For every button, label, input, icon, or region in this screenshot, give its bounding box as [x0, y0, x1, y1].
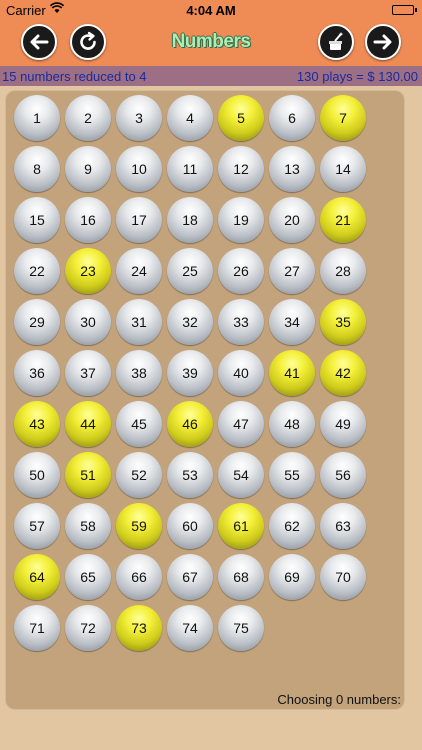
number-ball-28[interactable]: 28 [320, 248, 366, 294]
number-ball-58[interactable]: 58 [65, 503, 111, 549]
number-ball-64[interactable]: 64 [14, 554, 60, 600]
plays-cost: 130 plays = $ 130.00 [296, 69, 418, 84]
number-ball-56[interactable]: 56 [320, 452, 366, 498]
number-ball-73[interactable]: 73 [116, 605, 162, 651]
number-ball-49[interactable]: 49 [320, 401, 366, 447]
number-ball-31[interactable]: 31 [116, 299, 162, 345]
magic-wand-button[interactable] [318, 24, 354, 60]
number-ball-15[interactable]: 15 [14, 197, 60, 243]
number-ball-36[interactable]: 36 [14, 350, 60, 396]
number-ball-72[interactable]: 72 [65, 605, 111, 651]
number-ball-32[interactable]: 32 [167, 299, 213, 345]
number-ball-13[interactable]: 13 [269, 146, 315, 192]
number-ball-41[interactable]: 41 [269, 350, 315, 396]
number-ball-44[interactable]: 44 [65, 401, 111, 447]
number-ball-18[interactable]: 18 [167, 197, 213, 243]
number-ball-59[interactable]: 59 [116, 503, 162, 549]
number-panel: 1 2 3 4 5 6 7 8 9 10 11 12 13 14 15 16 17 18 19 20 21 22 23 24 2… [5, 90, 405, 710]
info-bar: 15 numbers reduced to 4 130 plays = $ 13… [0, 66, 422, 86]
number-ball-38[interactable]: 38 [116, 350, 162, 396]
number-ball-14[interactable]: 14 [320, 146, 366, 192]
number-ball-62[interactable]: 62 [269, 503, 315, 549]
number-ball-40[interactable]: 40 [218, 350, 264, 396]
number-ball-63[interactable]: 63 [320, 503, 366, 549]
number-ball-5[interactable]: 5 [218, 95, 264, 141]
number-ball-61[interactable]: 61 [218, 503, 264, 549]
number-ball-29[interactable]: 29 [14, 299, 60, 345]
number-ball-53[interactable]: 53 [167, 452, 213, 498]
number-ball-21[interactable]: 21 [320, 197, 366, 243]
battery-icon [392, 5, 417, 15]
choosing-status: Choosing 0 numbers: [277, 692, 401, 707]
number-ball-27[interactable]: 27 [269, 248, 315, 294]
number-ball-17[interactable]: 17 [116, 197, 162, 243]
number-ball-50[interactable]: 50 [14, 452, 60, 498]
page-title: Numbers [171, 31, 251, 52]
number-ball-19[interactable]: 19 [218, 197, 264, 243]
number-ball-33[interactable]: 33 [218, 299, 264, 345]
number-ball-67[interactable]: 67 [167, 554, 213, 600]
number-ball-6[interactable]: 6 [269, 95, 315, 141]
magic-wand-icon [329, 32, 344, 50]
number-ball-7[interactable]: 7 [320, 95, 366, 141]
number-ball-66[interactable]: 66 [116, 554, 162, 600]
reduction-summary: 15 numbers reduced to 4 [2, 69, 147, 84]
number-ball-74[interactable]: 74 [167, 605, 213, 651]
number-ball-43[interactable]: 43 [14, 401, 60, 447]
status-bar: Carrier 4:04 AM [0, 0, 422, 20]
number-ball-30[interactable]: 30 [65, 299, 111, 345]
number-ball-4[interactable]: 4 [167, 95, 213, 141]
number-ball-34[interactable]: 34 [269, 299, 315, 345]
number-ball-69[interactable]: 69 [269, 554, 315, 600]
number-ball-1[interactable]: 1 [14, 95, 60, 141]
number-ball-51[interactable]: 51 [65, 452, 111, 498]
status-time: 4:04 AM [186, 3, 236, 18]
number-ball-57[interactable]: 57 [14, 503, 60, 549]
number-ball-35[interactable]: 35 [320, 299, 366, 345]
number-ball-65[interactable]: 65 [65, 554, 111, 600]
number-ball-71[interactable]: 71 [14, 605, 60, 651]
number-ball-47[interactable]: 47 [218, 401, 264, 447]
number-ball-25[interactable]: 25 [167, 248, 213, 294]
nav-bar: Numbers [0, 20, 422, 66]
number-ball-75[interactable]: 75 [218, 605, 264, 651]
number-ball-24[interactable]: 24 [116, 248, 162, 294]
forward-button[interactable] [365, 24, 401, 60]
number-ball-11[interactable]: 11 [167, 146, 213, 192]
number-ball-22[interactable]: 22 [14, 248, 60, 294]
number-ball-2[interactable]: 2 [65, 95, 111, 141]
number-ball-39[interactable]: 39 [167, 350, 213, 396]
number-ball-12[interactable]: 12 [218, 146, 264, 192]
number-ball-10[interactable]: 10 [116, 146, 162, 192]
number-ball-37[interactable]: 37 [65, 350, 111, 396]
number-ball-46[interactable]: 46 [167, 401, 213, 447]
number-ball-55[interactable]: 55 [269, 452, 315, 498]
number-ball-68[interactable]: 68 [218, 554, 264, 600]
number-ball-20[interactable]: 20 [269, 197, 315, 243]
number-ball-8[interactable]: 8 [14, 146, 60, 192]
number-ball-3[interactable]: 3 [116, 95, 162, 141]
number-ball-42[interactable]: 42 [320, 350, 366, 396]
number-ball-45[interactable]: 45 [116, 401, 162, 447]
number-ball-52[interactable]: 52 [116, 452, 162, 498]
number-ball-9[interactable]: 9 [65, 146, 111, 192]
number-ball-70[interactable]: 70 [320, 554, 366, 600]
number-ball-60[interactable]: 60 [167, 503, 213, 549]
arrow-right-icon [373, 34, 392, 50]
number-ball-23[interactable]: 23 [65, 248, 111, 294]
number-ball-48[interactable]: 48 [269, 401, 315, 447]
number-ball-26[interactable]: 26 [218, 248, 264, 294]
number-ball-16[interactable]: 16 [65, 197, 111, 243]
number-ball-54[interactable]: 54 [218, 452, 264, 498]
